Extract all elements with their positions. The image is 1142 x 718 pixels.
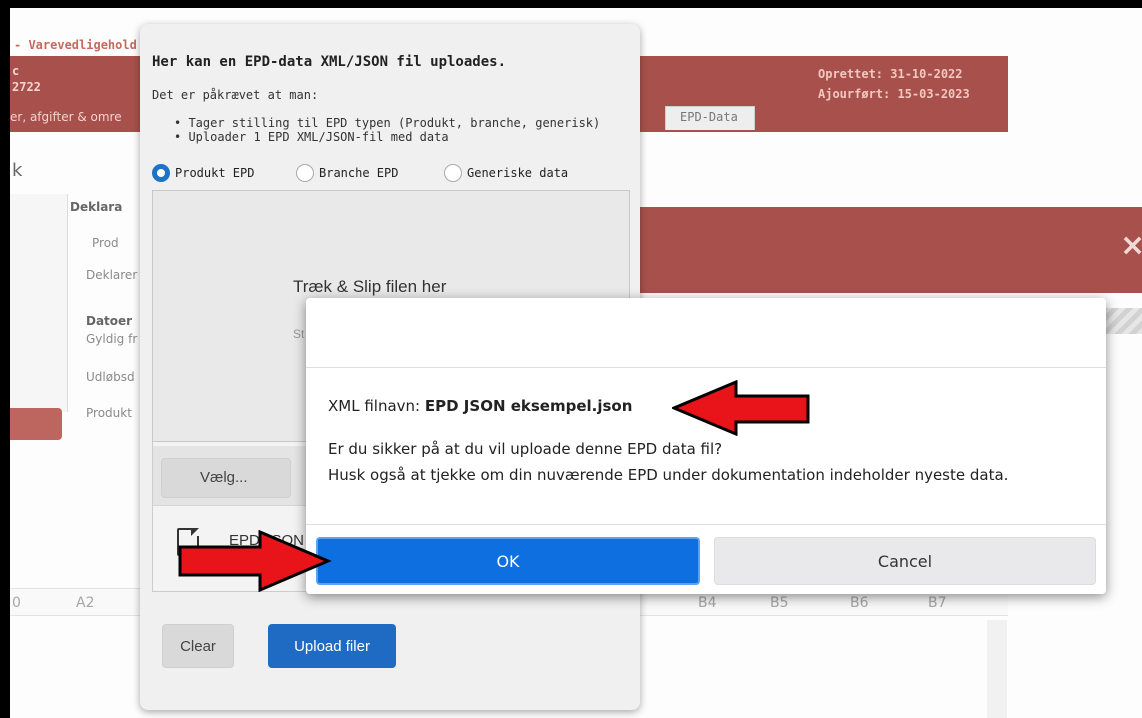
form-label: Gyldig fr (86, 332, 138, 346)
radio-selected-icon[interactable] (152, 164, 170, 182)
radio-generiske-data[interactable]: Generiske data (444, 164, 568, 182)
form-label: Udløbsd (86, 370, 135, 384)
record-dates: Oprettet: 31-10-2022 Ajourført: 15-03-20… (818, 64, 970, 104)
drop-zone-subtext: St (293, 327, 305, 341)
grid-column: B4 (698, 595, 717, 611)
requirement-list: Tager stilling til EPD typen (Produkt, b… (174, 116, 600, 144)
confirm-dialog-footer: OK Cancel (306, 524, 1106, 594)
progress-stripes (1105, 308, 1142, 334)
requirement-item: Uploader 1 EPD XML/JSON-fil med data (174, 130, 600, 144)
choose-file-button[interactable]: Vælg... (161, 458, 291, 498)
confirm-dialog-header (306, 298, 1106, 368)
form-label: Deklarer (86, 268, 138, 282)
upload-button[interactable]: Upload filer (268, 624, 396, 668)
requirement-item: Tager stilling til EPD typen (Produkt, b… (174, 116, 600, 130)
form-label: Prod (92, 236, 119, 250)
side-label: k (12, 160, 23, 181)
grid-scrollbar[interactable] (987, 620, 1007, 718)
side-scroll-panel[interactable] (10, 194, 68, 412)
confirm-reminder: Husk også at tjekke om din nuværende EPD… (328, 466, 1009, 484)
clear-button[interactable]: Clear (162, 624, 234, 668)
record-subtitle: er, afgifter & omre (10, 110, 122, 124)
radio-icon[interactable] (444, 164, 462, 182)
drop-zone-text: Træk & Slip filen her (293, 277, 447, 296)
filename-label: XML filnavn: (328, 397, 421, 415)
close-icon[interactable]: × (1120, 228, 1142, 263)
background-modal-header (630, 207, 1142, 293)
radio-label: Produkt EPD (175, 166, 255, 180)
confirm-message: Er du sikker på at du vil uploade denne … (328, 436, 1084, 488)
filename-value: EPD JSON eksempel.json (424, 397, 633, 415)
updated-date: Ajourført: 15-03-2023 (818, 87, 970, 101)
arrow-right-icon (178, 530, 332, 592)
form-label: Deklara (70, 200, 123, 214)
upload-title: Her kan en EPD-data XML/JSON fil uploade… (152, 54, 507, 70)
grid-column: B7 (928, 595, 947, 611)
side-action-button[interactable] (10, 408, 62, 440)
ok-button[interactable]: OK (316, 537, 700, 585)
radio-produkt-epd[interactable]: Produkt EPD (152, 164, 254, 182)
confirm-question: Er du sikker på at du vil uploade denne … (328, 440, 723, 458)
created-date: Oprettet: 31-10-2022 (818, 67, 963, 81)
radio-icon[interactable] (296, 164, 314, 182)
radio-label: Branche EPD (319, 166, 399, 180)
requirement-intro: Det er påkrævet at man: (152, 88, 319, 102)
grid-column: B5 (770, 595, 789, 611)
form-label: Datoer (86, 314, 133, 328)
record-line: c (12, 64, 20, 78)
confirm-dialog: XML filnavn: EPD JSON eksempel.json Er d… (306, 298, 1106, 594)
breadcrumb: - Varevedligehold (14, 38, 137, 52)
arrow-left-icon (672, 380, 810, 436)
cancel-button[interactable]: Cancel (714, 537, 1096, 585)
form-label: Produkt (86, 406, 132, 420)
record-number: 2722 (12, 80, 41, 94)
tab-epd-data[interactable]: EPD-Data (665, 106, 755, 130)
grid-column: 0 (12, 595, 21, 611)
radio-label: Generiske data (467, 166, 569, 180)
radio-branche-epd[interactable]: Branche EPD (296, 164, 398, 182)
grid-column: A2 (76, 595, 95, 611)
grid-column: B6 (850, 595, 869, 611)
